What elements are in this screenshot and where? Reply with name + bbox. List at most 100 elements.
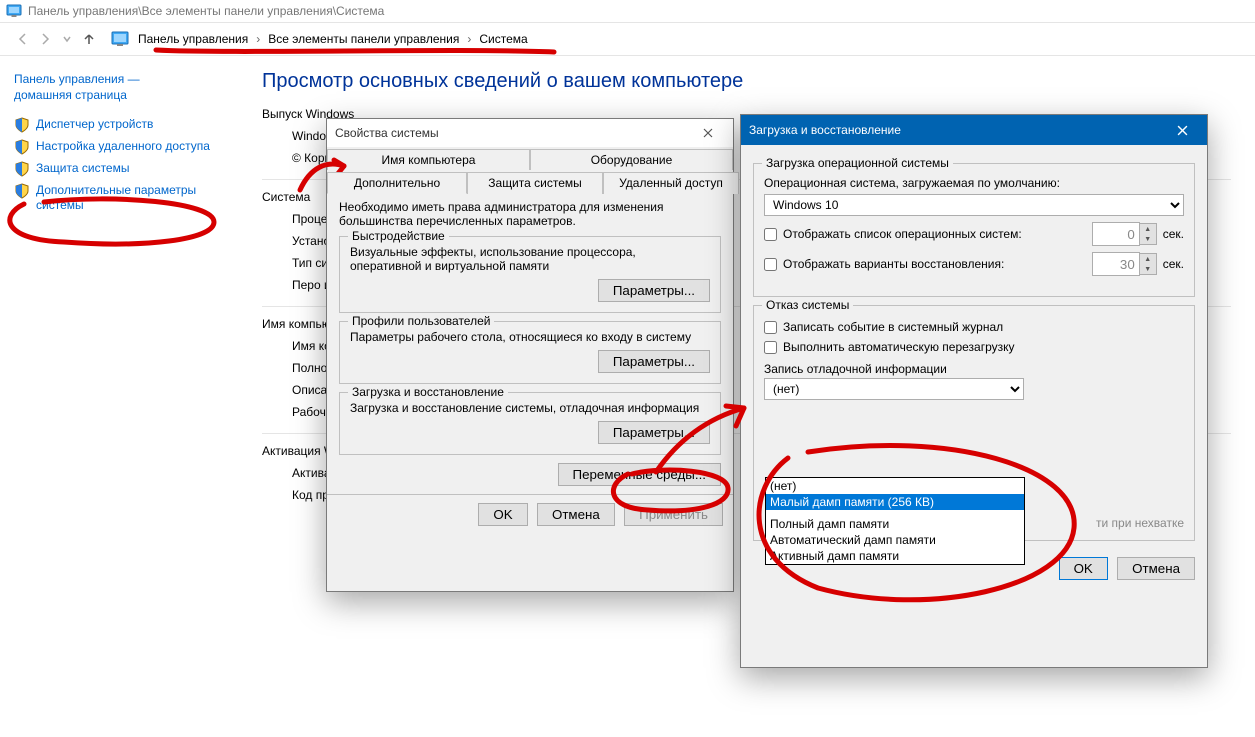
tab-body: Необходимо иметь права администратора дл… xyxy=(327,192,733,494)
group-desc: Загрузка и восстановление системы, отлад… xyxy=(350,401,710,415)
tab-hardware[interactable]: Оборудование xyxy=(530,149,733,170)
row-show-os-list: Отображать список операционных систем: ▲… xyxy=(764,222,1184,246)
group-system-startup: Загрузка операционной системы Операционн… xyxy=(753,163,1195,297)
group-title: Загрузка и восстановление xyxy=(348,385,508,399)
dump-type-select[interactable]: (нет) xyxy=(764,378,1024,400)
show-os-list-checkbox[interactable] xyxy=(764,228,777,241)
system-control-panel-window: Панель управления\Все элементы панели уп… xyxy=(0,0,1255,737)
breadcrumb-sep: › xyxy=(256,32,260,46)
dropdown-option[interactable]: Полный дамп памяти xyxy=(766,516,1024,532)
address-bar: Панель управления › Все элементы панели … xyxy=(0,23,1255,56)
close-button[interactable] xyxy=(1165,119,1199,141)
dropdown-option[interactable]: Активный дамп памяти xyxy=(766,548,1024,564)
sidebar-item-label: Дополнительные параметры системы xyxy=(36,183,232,213)
nav-forward-button[interactable] xyxy=(34,28,56,50)
dialog-title: Загрузка и восстановление xyxy=(749,123,901,137)
sidebar-item-device-manager[interactable]: Диспетчер устройств xyxy=(14,117,232,133)
group-performance: Быстродействие Визуальные эффекты, испол… xyxy=(339,236,721,313)
titlebar: Панель управления\Все элементы панели уп… xyxy=(0,0,1255,23)
page-title: Просмотр основных сведений о вашем компь… xyxy=(262,70,1231,93)
seconds-unit: сек. xyxy=(1163,227,1184,241)
apply-button[interactable]: Применить xyxy=(624,503,723,526)
show-recovery-checkbox[interactable] xyxy=(764,258,777,271)
admin-note: Необходимо иметь права администратора дл… xyxy=(339,200,721,228)
breadcrumb-1[interactable]: Все элементы панели управления xyxy=(268,32,459,46)
shield-icon xyxy=(14,161,30,177)
ok-button[interactable]: OK xyxy=(1059,557,1108,580)
seconds-unit: сек. xyxy=(1163,257,1184,271)
write-event-checkbox[interactable] xyxy=(764,321,777,334)
sidebar-home-line2: домашняя страница xyxy=(14,88,127,102)
spinner[interactable]: ▲▼ xyxy=(1140,253,1157,275)
profiles-settings-button[interactable]: Параметры... xyxy=(598,350,710,373)
recovery-seconds-input[interactable] xyxy=(1092,252,1140,276)
auto-restart-checkbox[interactable] xyxy=(764,341,777,354)
group-user-profiles: Профили пользователей Параметры рабочего… xyxy=(339,321,721,384)
dump-label: Запись отладочной информации xyxy=(764,362,1184,376)
shield-icon xyxy=(14,183,30,199)
dialog-titlebar[interactable]: Загрузка и восстановление xyxy=(741,115,1207,145)
spinner[interactable]: ▲▼ xyxy=(1140,223,1157,245)
auto-restart-label: Выполнить автоматическую перезагрузку xyxy=(783,340,1015,354)
cancel-button[interactable]: Отмена xyxy=(537,503,615,526)
nav-back-button[interactable] xyxy=(12,28,34,50)
close-icon xyxy=(1177,125,1188,136)
group-startup-recovery: Загрузка и восстановление Загрузка и вос… xyxy=(339,392,721,455)
tab-computer-name[interactable]: Имя компьютера xyxy=(327,149,530,170)
sidebar-item-system-protection[interactable]: Защита системы xyxy=(14,161,232,177)
dump-type-dropdown-list[interactable]: (нет) Малый дамп памяти (256 КВ) Полный … xyxy=(765,477,1025,565)
control-panel-icon xyxy=(6,3,22,19)
breadcrumb-sep: › xyxy=(467,32,471,46)
show-os-list-label: Отображать список операционных систем: xyxy=(783,227,1022,241)
shield-icon xyxy=(14,117,30,133)
sidebar: Панель управления — домашняя страница Ди… xyxy=(0,54,238,737)
performance-settings-button[interactable]: Параметры... xyxy=(598,279,710,302)
group-title: Быстродействие xyxy=(348,229,449,243)
sidebar-item-label: Диспетчер устройств xyxy=(36,117,153,132)
group-title: Отказ системы xyxy=(762,298,853,312)
tabs: Имя компьютера Оборудование Дополнительн… xyxy=(327,147,733,192)
overwrite-tail-text: ти при нехватке xyxy=(1096,516,1184,530)
group-title: Загрузка операционной системы xyxy=(762,156,953,170)
environment-variables-button[interactable]: Переменные среды... xyxy=(558,463,721,486)
dialog-buttons: OK Отмена Применить xyxy=(327,494,733,534)
group-desc: Параметры рабочего стола, относящиеся ко… xyxy=(350,330,710,344)
sidebar-item-label: Защита системы xyxy=(36,161,129,176)
sidebar-item-label: Настройка удаленного доступа xyxy=(36,139,210,154)
write-event-label: Записать событие в системный журнал xyxy=(783,320,1003,334)
tab-system-protection[interactable]: Защита системы xyxy=(467,172,603,194)
row-show-recovery: Отображать варианты восстановления: ▲▼ с… xyxy=(764,252,1184,276)
default-os-label: Операционная система, загружаемая по умо… xyxy=(764,176,1184,190)
os-list-seconds-input[interactable] xyxy=(1092,222,1140,246)
group-desc: Визуальные эффекты, использование процес… xyxy=(350,245,710,273)
breadcrumb-0[interactable]: Панель управления xyxy=(138,32,248,46)
sidebar-home[interactable]: Панель управления — домашняя страница xyxy=(14,72,232,103)
default-os-select[interactable]: Windows 10 xyxy=(764,194,1184,216)
nav-dropdown-button[interactable] xyxy=(56,28,78,50)
tab-advanced[interactable]: Дополнительно xyxy=(327,172,467,194)
breadcrumb: Панель управления › Все элементы панели … xyxy=(138,32,528,46)
dialog-system-properties: Свойства системы Имя компьютера Оборудов… xyxy=(326,118,734,592)
dialog-startup-recovery: Загрузка и восстановление Загрузка опера… xyxy=(740,114,1208,668)
dropdown-option[interactable]: (нет) xyxy=(766,478,1024,494)
dialog-title: Свойства системы xyxy=(335,126,439,140)
sidebar-home-line1: Панель управления — xyxy=(14,72,140,86)
startup-settings-button[interactable]: Параметры... xyxy=(598,421,710,444)
close-button[interactable] xyxy=(691,122,725,144)
show-recovery-label: Отображать варианты восстановления: xyxy=(783,257,1004,271)
sidebar-item-remote-settings[interactable]: Настройка удаленного доступа xyxy=(14,139,232,155)
close-icon xyxy=(703,128,713,138)
dropdown-option[interactable]: Автоматический дамп памяти xyxy=(766,532,1024,548)
dialog-titlebar[interactable]: Свойства системы xyxy=(327,119,733,147)
titlebar-text: Панель управления\Все элементы панели уп… xyxy=(28,4,384,18)
tab-remote[interactable]: Удаленный доступ xyxy=(603,172,739,194)
nav-up-button[interactable] xyxy=(78,28,100,50)
breadcrumb-2[interactable]: Система xyxy=(479,32,527,46)
address-icon xyxy=(110,29,130,49)
cancel-button[interactable]: Отмена xyxy=(1117,557,1195,580)
group-title: Профили пользователей xyxy=(348,314,494,328)
shield-icon xyxy=(14,139,30,155)
sidebar-item-advanced-system[interactable]: Дополнительные параметры системы xyxy=(14,183,232,213)
ok-button[interactable]: OK xyxy=(478,503,527,526)
dropdown-option-selected[interactable]: Малый дамп памяти (256 КВ) xyxy=(766,494,1024,510)
